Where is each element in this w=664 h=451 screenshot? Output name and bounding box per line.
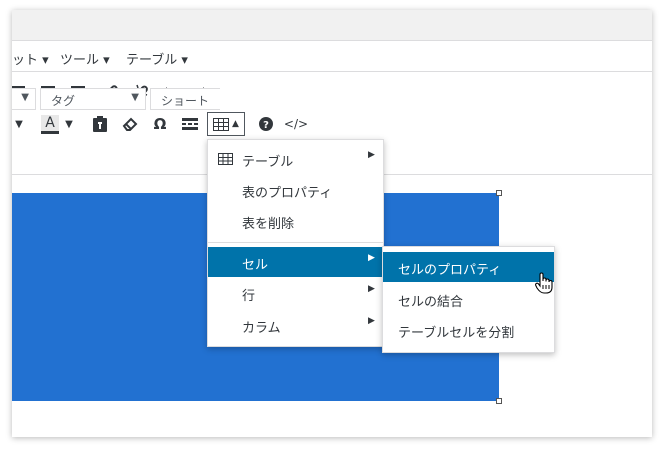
text-color-icon: A — [41, 114, 59, 134]
text-color-label: A — [45, 114, 55, 131]
chevron-down-icon: ▼ — [21, 92, 29, 103]
caret-up-icon: ▲ — [232, 119, 239, 129]
hand-cursor-icon — [535, 272, 553, 298]
paste-text-icon[interactable] — [88, 112, 112, 136]
table-menu: テーブル ▶ 表のプロパティ 表を削除 セル ▶ 行 ▶ カラム ▶ — [207, 139, 384, 347]
chevron-right-icon: ▶ — [368, 150, 375, 160]
table-button[interactable]: ▲ — [207, 112, 245, 136]
chevron-right-icon: ▶ — [368, 253, 375, 263]
menu-tools-label: ツール — [60, 53, 100, 68]
cell-submenu: セルのプロパティ セルの結合 テーブルセルを分割 — [382, 246, 555, 353]
menu-bar: ット ▾ ツール ▾ テーブル ▾ — [12, 41, 652, 72]
menu-item-label: 表のプロパティ — [242, 186, 333, 201]
code-icon[interactable]: </> — [284, 112, 308, 136]
tag-select[interactable]: タグ ▼ — [40, 88, 146, 110]
menu-item-label: 行 — [242, 289, 256, 304]
omega-glyph: Ω — [153, 115, 167, 133]
special-character-icon[interactable]: Ω — [148, 112, 172, 136]
submenu-item-split-cell[interactable]: テーブルセルを分割 — [383, 315, 554, 345]
menu-item-label: 表を削除 — [242, 217, 295, 232]
menu-separator — [208, 242, 383, 243]
format-select[interactable]: ▼ — [12, 88, 36, 110]
menu-tools[interactable]: ツール ▾ — [60, 49, 110, 68]
submenu-item-label: セルの結合 — [398, 295, 464, 310]
chevron-down-icon[interactable]: ▼ — [12, 112, 26, 136]
menu-item-column[interactable]: カラム ▶ — [208, 310, 383, 340]
menu-item-label: セル — [242, 258, 269, 273]
menu-item-table-properties[interactable]: 表のプロパティ — [208, 175, 383, 205]
table-icon — [213, 117, 230, 131]
menu-item-label: カラム — [242, 321, 281, 336]
shortcode-select[interactable]: ショート — [150, 88, 220, 110]
title-bar — [12, 10, 652, 41]
menu-table[interactable]: テーブル ▾ — [126, 49, 188, 68]
menu-format[interactable]: ット ▾ — [12, 49, 49, 68]
submenu-item-cell-properties[interactable]: セルのプロパティ — [383, 252, 554, 282]
menu-item-delete-table[interactable]: 表を削除 — [208, 206, 383, 236]
menu-item-table[interactable]: テーブル ▶ — [208, 144, 383, 174]
chevron-right-icon: ▶ — [368, 316, 375, 326]
read-more-icon[interactable] — [178, 112, 202, 136]
resize-handle[interactable] — [496, 190, 502, 196]
submenu-item-label: テーブルセルを分割 — [398, 326, 515, 341]
eraser-icon[interactable] — [118, 112, 142, 136]
submenu-item-merge-cells[interactable]: セルの結合 — [383, 284, 554, 314]
help-icon[interactable]: ? — [254, 112, 278, 136]
menu-item-cell[interactable]: セル ▶ — [208, 247, 383, 277]
tag-select-value: タグ — [51, 94, 76, 108]
submenu-item-label: セルのプロパティ — [398, 263, 502, 278]
svg-text:?: ? — [263, 120, 269, 131]
code-glyph: </> — [283, 117, 309, 131]
resize-handle[interactable] — [496, 398, 502, 404]
editor-window: ット ▾ ツール ▾ テーブル ▾ ▼ A ▼ Ω ▲ ? </> ▼ タグ ▼… — [12, 10, 652, 437]
menu-table-label: テーブル — [126, 53, 178, 68]
chevron-down-icon: ▼ — [131, 92, 139, 103]
shortcode-select-value: ショート — [161, 94, 210, 108]
menu-format-label: ット — [12, 53, 39, 68]
text-color-button[interactable]: A — [38, 112, 62, 136]
text-color-dropdown[interactable]: ▼ — [62, 112, 76, 136]
chevron-right-icon: ▶ — [368, 284, 375, 294]
menu-item-label: テーブル — [242, 155, 294, 170]
menu-item-row[interactable]: 行 ▶ — [208, 278, 383, 308]
table-icon — [218, 153, 233, 169]
